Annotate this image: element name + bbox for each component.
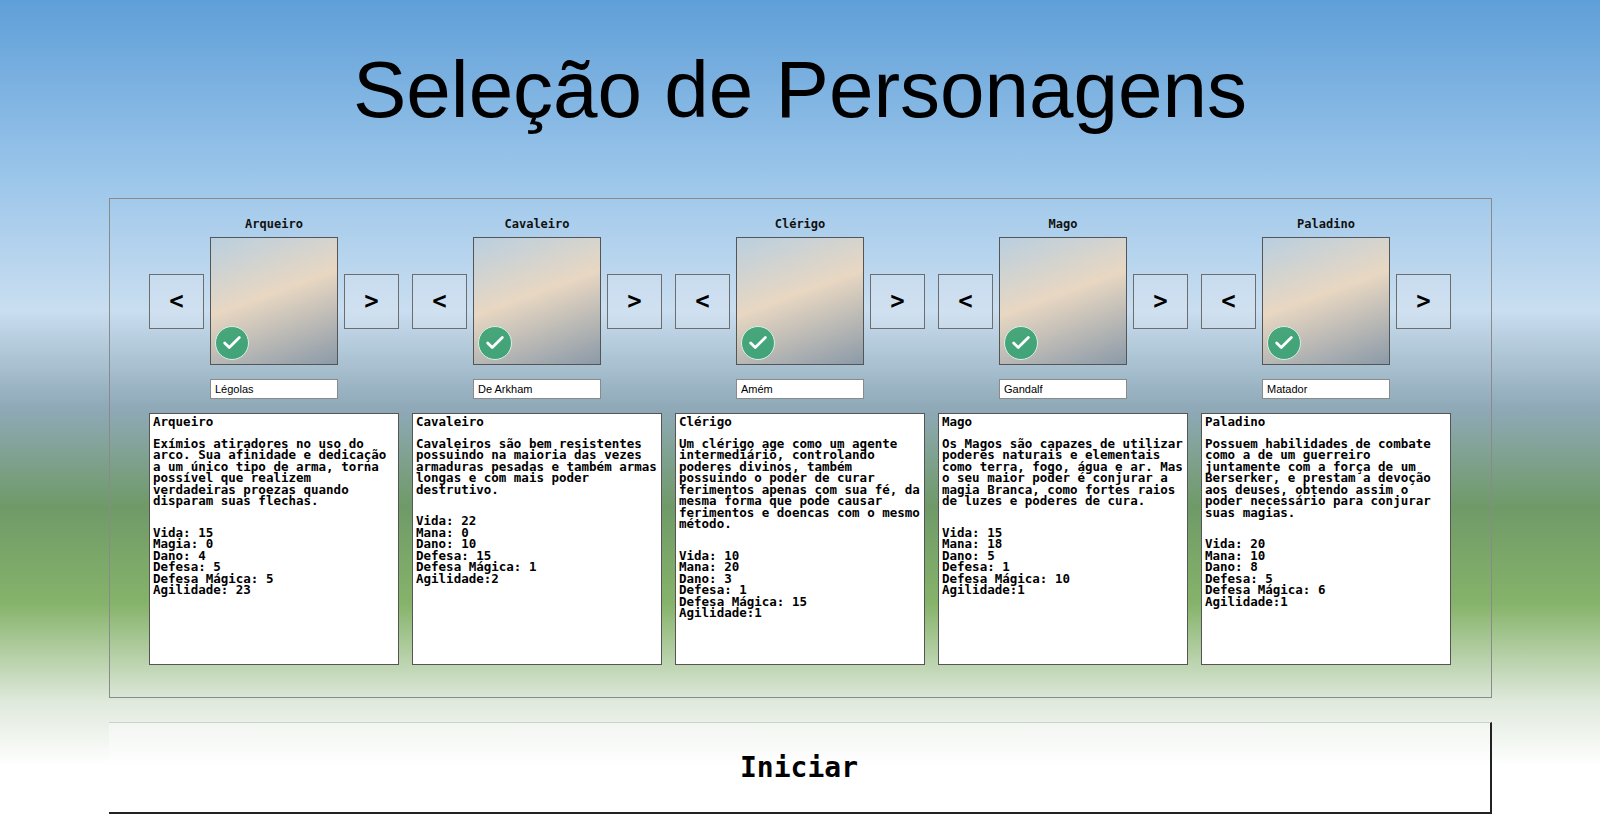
character-info: Clérigo Um clérigo age como um agente int…	[675, 413, 925, 665]
next-button[interactable]: >	[870, 274, 925, 329]
previous-button[interactable]: <	[1201, 274, 1256, 329]
check-icon	[1004, 326, 1038, 360]
stat-line: Dano: 5	[942, 550, 1184, 562]
character-name-field[interactable]	[736, 379, 864, 399]
character-name-field[interactable]	[1262, 379, 1390, 399]
stat-line: Vida: 10	[679, 550, 921, 562]
stat-line: Mana: 18	[942, 538, 1184, 550]
stat-line: Defesa: 15	[416, 550, 658, 562]
stats-list: Vida: 22Mana: 0Dano: 10Defesa: 15Defesa …	[416, 515, 658, 584]
stat-line: Vida: 15	[942, 527, 1184, 539]
info-description: Cavaleiros são bem resistentes possuindo…	[416, 438, 658, 496]
character-info: Arqueiro Exímios atiradores no uso do arc…	[149, 413, 399, 665]
portrait-picker: <>	[938, 237, 1188, 365]
info-description: Possuem habilidades de combate como a de…	[1205, 438, 1447, 519]
stat-line: Agilidade:2	[416, 573, 658, 585]
previous-button[interactable]: <	[149, 274, 204, 329]
stat-line: Mana: 20	[679, 561, 921, 573]
character-portrait	[210, 237, 338, 365]
next-button[interactable]: >	[607, 274, 662, 329]
next-button[interactable]: >	[344, 274, 399, 329]
portrait-picker: <>	[675, 237, 925, 365]
character-label: Clérigo	[775, 217, 826, 231]
character-column: Clérigo<>ClérigoUm clérigo age como um a…	[675, 217, 925, 681]
portrait-picker: <>	[1201, 237, 1451, 365]
character-name-field[interactable]	[473, 379, 601, 399]
stat-line: Agilidade:1	[942, 584, 1184, 596]
stat-line: Defesa Mágica: 1	[416, 561, 658, 573]
portrait-picker: <>	[149, 237, 399, 365]
stat-line: Defesa Mágica: 15	[679, 596, 921, 608]
character-label: Mago	[1049, 217, 1078, 231]
next-button[interactable]: >	[1396, 274, 1451, 329]
character-portrait	[473, 237, 601, 365]
info-title: Cavaleiro	[416, 416, 658, 428]
stat-line: Dano: 10	[416, 538, 658, 550]
check-icon	[741, 326, 775, 360]
info-title: Paladino	[1205, 416, 1447, 428]
stats-list: Vida: 20Mana: 10Dano: 8Defesa: 5Defesa M…	[1205, 538, 1447, 607]
stat-line: Defesa Mágica: 10	[942, 573, 1184, 585]
character-column: Paladino<>PaladinoPossuem habilidades de…	[1201, 217, 1451, 681]
info-description: Exímios atiradores no uso do arco. Sua a…	[153, 438, 395, 507]
stat-line: Mana: 10	[1205, 550, 1447, 562]
info-description: Um clérigo age como um agente intermediá…	[679, 438, 921, 530]
stats-list: Vida: 15Magia: 0Dano: 4Defesa: 5Defesa M…	[153, 527, 395, 596]
start-button[interactable]: Iniciar	[109, 722, 1492, 814]
character-info: Paladino Possuem habilidades de combate c…	[1201, 413, 1451, 665]
stat-line: Magia: 0	[153, 538, 395, 550]
stat-line: Vida: 15	[153, 527, 395, 539]
stat-line: Agilidade:1	[1205, 596, 1447, 608]
stat-line: Defesa: 1	[942, 561, 1184, 573]
previous-button[interactable]: <	[412, 274, 467, 329]
character-portrait	[999, 237, 1127, 365]
character-column: Mago<>MagoOs Magos são capazes de utiliz…	[938, 217, 1188, 681]
character-portrait	[736, 237, 864, 365]
character-info: Cavaleiro Cavaleiros são bem resistentes …	[412, 413, 662, 665]
check-icon	[215, 326, 249, 360]
stat-line: Mana: 0	[416, 527, 658, 539]
portrait-picker: <>	[412, 237, 662, 365]
character-column: Cavaleiro<>CavaleiroCavaleiros são bem r…	[412, 217, 662, 681]
stats-list: Vida: 15Mana: 18Dano: 5Defesa: 1Defesa M…	[942, 527, 1184, 596]
stats-list: Vida: 10Mana: 20Dano: 3Defesa: 1Defesa M…	[679, 550, 921, 619]
check-icon	[1267, 326, 1301, 360]
stat-line: Dano: 8	[1205, 561, 1447, 573]
screen-title: Seleção de Personagens	[353, 40, 1247, 140]
stat-line: Defesa: 5	[153, 561, 395, 573]
next-button[interactable]: >	[1133, 274, 1188, 329]
stat-line: Dano: 3	[679, 573, 921, 585]
stat-line: Defesa: 5	[1205, 573, 1447, 585]
stat-line: Vida: 20	[1205, 538, 1447, 550]
stat-line: Dano: 4	[153, 550, 395, 562]
check-icon	[478, 326, 512, 360]
stat-line: Defesa Mágica: 5	[153, 573, 395, 585]
character-label: Cavaleiro	[504, 217, 569, 231]
stat-line: Defesa: 1	[679, 584, 921, 596]
character-name-field[interactable]	[210, 379, 338, 399]
previous-button[interactable]: <	[675, 274, 730, 329]
characters-panel: Arqueiro<>ArqueiroExímios atiradores no …	[109, 198, 1492, 698]
character-selection-screen: Seleção de PersonagensArqueiro<>Arqueiro…	[0, 0, 1600, 816]
character-column: Arqueiro<>ArqueiroExímios atiradores no …	[149, 217, 399, 681]
character-portrait	[1262, 237, 1390, 365]
stat-line: Vida: 22	[416, 515, 658, 527]
character-label: Paladino	[1297, 217, 1355, 231]
stat-line: Agilidade:1	[679, 607, 921, 619]
stat-line: Agilidade: 23	[153, 584, 395, 596]
character-name-field[interactable]	[999, 379, 1127, 399]
character-label: Arqueiro	[245, 217, 303, 231]
info-title: Arqueiro	[153, 416, 395, 428]
info-description: Os Magos são capazes de utilizar poderes…	[942, 438, 1184, 507]
stat-line: Defesa Mágica: 6	[1205, 584, 1447, 596]
info-title: Mago	[942, 416, 1184, 428]
info-title: Clérigo	[679, 416, 921, 428]
previous-button[interactable]: <	[938, 274, 993, 329]
character-info: Mago Os Magos são capazes de utilizar pod…	[938, 413, 1188, 665]
